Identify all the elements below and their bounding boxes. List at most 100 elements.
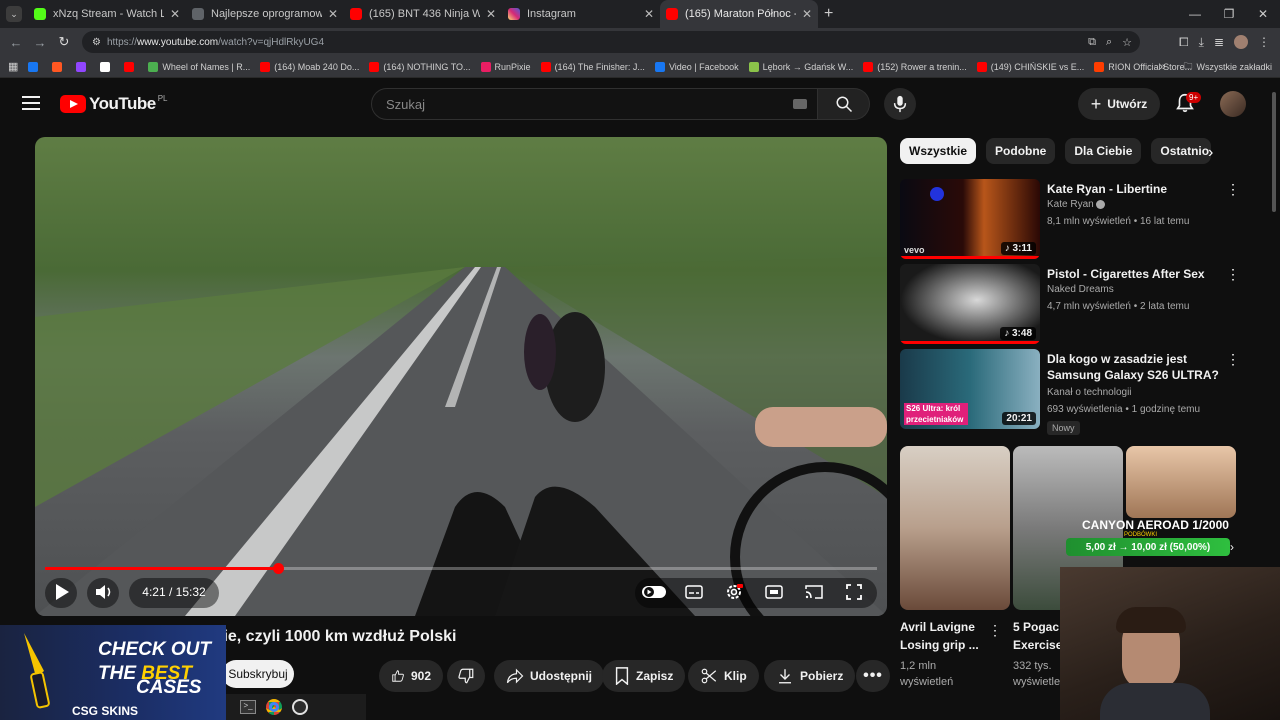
seek-bar-knob[interactable]	[272, 563, 284, 574]
bookmark-finisher[interactable]: (164) The Finisher: J...	[540, 61, 645, 72]
media-queue-icon[interactable]: ≣	[1214, 35, 1224, 49]
zoom-icon[interactable]: ⌕	[1106, 36, 1112, 49]
bookmark-nothing[interactable]: (164) NOTHING TO...	[369, 61, 471, 72]
more-options-icon[interactable]: ⋮	[1226, 181, 1240, 198]
channel-name[interactable]: Kate Ryan	[1047, 199, 1106, 210]
profile-avatar-icon[interactable]	[1234, 35, 1248, 49]
browser-tab-1[interactable]: xNzq Stream - Watch Live on K ✕	[28, 0, 186, 28]
short-title[interactable]: 5 Pogac Exercise	[1013, 618, 1061, 654]
video-thumbnail[interactable]: ♪ 3:48	[900, 264, 1040, 344]
chip-recent[interactable]: Ostatnio	[1151, 138, 1212, 164]
close-window-icon[interactable]: ✕	[1246, 0, 1280, 28]
close-tab-icon[interactable]: ✕	[170, 7, 180, 21]
video-title[interactable]: Kate Ryan - Libertine	[1047, 181, 1219, 197]
browser-tab-3[interactable]: (165) BNT 436 Ninja Warrior na ✕	[344, 0, 502, 28]
clip-button[interactable]: Klip	[688, 660, 759, 692]
bookmark-runpixie[interactable]: RunPixie	[480, 61, 531, 72]
autoplay-toggle[interactable]	[641, 579, 667, 605]
video-title[interactable]: Dla kogo w zasadzie jest Samsung Galaxy …	[1047, 351, 1219, 383]
bookmark-moab[interactable]: (164) Moab 240 Do...	[260, 61, 359, 72]
subtitles-button[interactable]	[681, 579, 707, 605]
bookmark-yt[interactable]	[124, 61, 138, 72]
video-thumbnail[interactable]: vevo ♪ 3:11	[900, 179, 1040, 259]
theater-mode-button[interactable]	[761, 579, 787, 605]
browser-tab-5-active[interactable]: (165) Maraton Północ - Południe ✕	[660, 0, 818, 28]
video-title[interactable]: Pistol - Cigarettes After Sex	[1047, 266, 1219, 282]
chip-for-you[interactable]: Dla Ciebie	[1065, 138, 1142, 164]
keyboard-icon[interactable]	[793, 99, 807, 109]
video-thumbnail[interactable]: S26 Ultra: król przecietniaków 20:21	[900, 349, 1040, 429]
close-tab-icon[interactable]: ✕	[644, 7, 654, 21]
back-arrow-icon[interactable]: ←	[4, 35, 28, 50]
chip-similar[interactable]: Podobne	[986, 138, 1056, 164]
chrome-icon[interactable]	[266, 699, 282, 715]
channel-name[interactable]: Naked Dreams	[1047, 284, 1114, 295]
short-thumbnail[interactable]	[1126, 446, 1236, 518]
download-button[interactable]: Pobierz	[764, 660, 856, 692]
short-title[interactable]: Avril Lavigne Losing grip ...	[900, 618, 990, 654]
close-tab-icon[interactable]: ✕	[486, 7, 496, 21]
create-button[interactable]: + Utwórz	[1078, 88, 1160, 120]
account-avatar[interactable]	[1220, 91, 1246, 117]
recommendation-item[interactable]: ♪ 3:48 Pistol - Cigarettes After Sex Nak…	[900, 264, 1240, 344]
settings-button[interactable]	[721, 579, 747, 605]
video-player[interactable]: 4:21 / 15:32	[35, 137, 887, 616]
bookmark-facebook[interactable]	[28, 61, 42, 72]
new-tab-plus-icon[interactable]: +	[824, 5, 833, 23]
browser-menu-icon[interactable]: ⋮	[1258, 35, 1270, 49]
terminal-icon[interactable]: >_	[240, 700, 256, 714]
site-info-icon[interactable]: ⚙	[92, 37, 101, 48]
bookmark-star-icon[interactable]: ☆	[1122, 36, 1132, 49]
bookmark-rower[interactable]: (152) Rower a trenin...	[863, 61, 967, 72]
forward-arrow-icon[interactable]: →	[28, 35, 52, 50]
recommendation-item[interactable]: S26 Ultra: król przecietniaków 20:21 Dla…	[900, 349, 1240, 435]
more-actions-button[interactable]: •••	[856, 660, 890, 692]
more-bookmarks-chevron-icon[interactable]: »	[1159, 61, 1165, 73]
voice-search-button[interactable]	[884, 88, 916, 120]
like-button[interactable]: 902	[379, 660, 443, 692]
dislike-button[interactable]	[447, 660, 485, 692]
cast-button[interactable]	[801, 579, 827, 605]
bookmark-x[interactable]	[100, 61, 114, 72]
close-tab-icon[interactable]: ✕	[328, 7, 338, 21]
ad-overlay[interactable]: CANYON AEROAD 1/2000 PODBÓWKI 5,00 zł → …	[1066, 518, 1236, 560]
bookmark-fb-video[interactable]: Video | Facebook	[654, 61, 739, 72]
volume-button[interactable]	[91, 579, 117, 605]
extensions-icon[interactable]: ⧠	[1179, 35, 1189, 50]
seek-bar[interactable]	[45, 563, 877, 574]
more-options-icon[interactable]: ⋮	[1226, 351, 1240, 368]
address-bar[interactable]: ⚙ https://www.youtube.com/watch?v=qjHdlR…	[82, 31, 1140, 53]
recommendation-item[interactable]: vevo ♪ 3:11 Kate Ryan - Libertine Kate R…	[900, 179, 1240, 259]
obs-icon[interactable]	[292, 699, 308, 715]
more-options-icon[interactable]: ⋮	[988, 622, 1002, 639]
bookmark-chinskie[interactable]: (149) CHIŃSKIE vs E...	[976, 61, 1084, 72]
bookmark-lebork[interactable]: Lębork → Gdańsk W...	[748, 61, 853, 72]
more-options-icon[interactable]: ⋮	[1226, 266, 1240, 283]
chip-all[interactable]: Wszystkie	[900, 138, 977, 164]
search-input[interactable]: Szukaj	[371, 88, 818, 120]
chips-next-chevron-icon[interactable]: ›	[1208, 144, 1213, 162]
reload-icon[interactable]: ↻	[52, 34, 76, 50]
restore-icon[interactable]: ❐	[1212, 0, 1246, 28]
fullscreen-button[interactable]	[841, 579, 867, 605]
close-tab-icon[interactable]: ✕	[802, 7, 812, 21]
install-app-icon[interactable]: ⧉	[1088, 36, 1096, 49]
youtube-logo[interactable]: YouTube PL	[60, 94, 168, 114]
browser-tab-4[interactable]: Instagram ✕	[502, 0, 660, 28]
bookmark-orange[interactable]	[52, 61, 66, 72]
share-button[interactable]: Udostępnij	[494, 660, 604, 692]
bookmark-twitch[interactable]	[76, 61, 90, 72]
hamburger-menu-icon[interactable]	[22, 96, 40, 110]
subscribe-button[interactable]: Subskrybuj	[222, 660, 294, 688]
search-button[interactable]	[818, 88, 870, 120]
play-button[interactable]	[49, 579, 75, 605]
tab-search-icon[interactable]: ⌄	[6, 6, 22, 22]
short-thumbnail[interactable]	[900, 446, 1010, 610]
bookmark-wheel[interactable]: Wheel of Names | R...	[148, 61, 250, 72]
minimize-icon[interactable]: —	[1178, 0, 1212, 28]
page-scrollbar[interactable]	[1272, 92, 1276, 212]
save-button[interactable]: Zapisz	[602, 660, 686, 692]
browser-tab-2[interactable]: Najlepsze oprogramowanie do ✕	[186, 0, 344, 28]
all-bookmarks-link[interactable]: Wszystkie zakładki	[1196, 62, 1272, 72]
channel-name[interactable]: Kanał o technologii	[1047, 387, 1132, 398]
